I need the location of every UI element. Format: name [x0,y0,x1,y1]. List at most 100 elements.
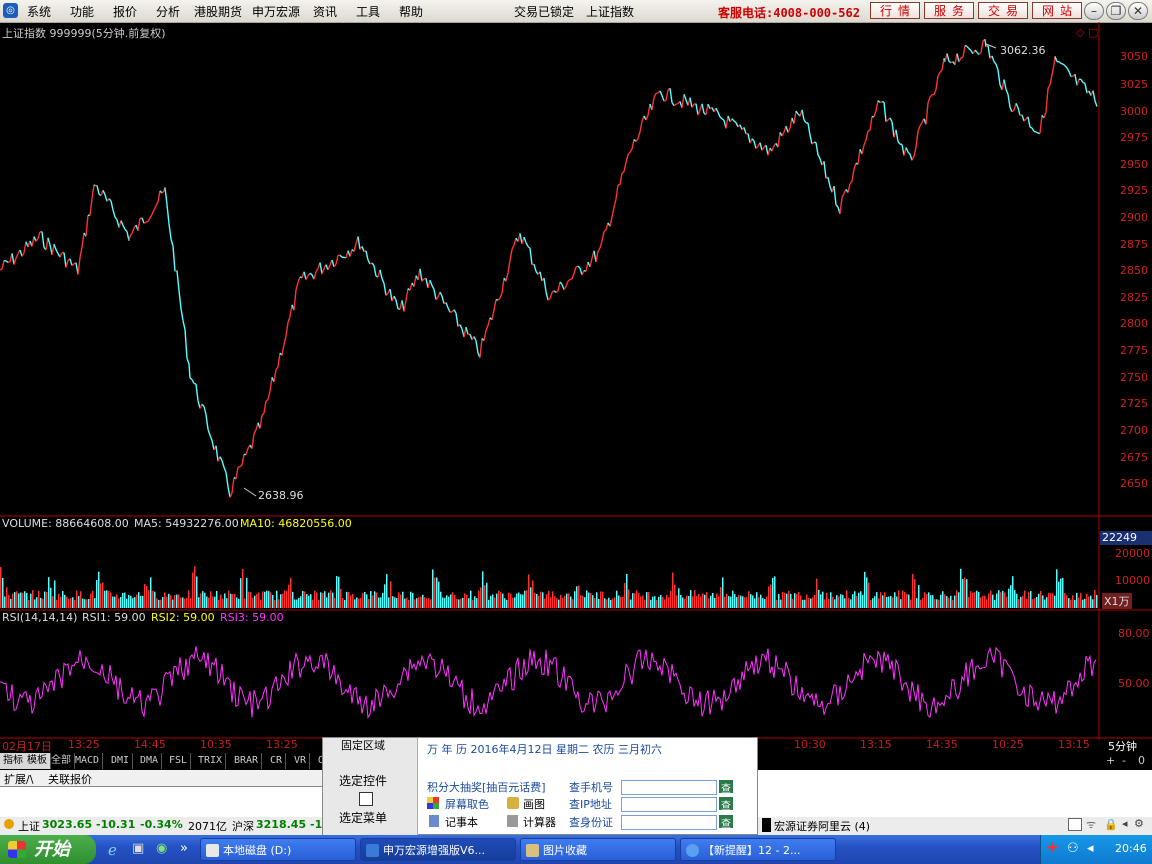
notepad-link[interactable]: 记事本 [445,814,478,830]
query-ip-button[interactable]: 查 [719,797,733,812]
menu-tools[interactable]: 工具 [356,3,380,20]
query-id-button[interactable]: 查 [719,815,733,830]
clock[interactable]: 20:46 [1115,842,1147,855]
index-ticker: 上证 3023.65 -10.31 -0.34% 2071亿 沪深 3218.4… [0,817,322,835]
settings-icon[interactable]: ⚙ [1134,817,1144,830]
menu-icon [359,792,373,806]
calendar-text[interactable]: 万 年 历 2016年4月12日 星期二 农历 三月初六 [427,741,662,757]
promo-link[interactable]: 积分大抽奖[抽百元话费] [427,779,546,795]
tab-macd[interactable]: MACD [72,753,104,769]
tab-vr[interactable]: VR [291,753,311,769]
notepad-icon [429,815,439,827]
sound-icon[interactable]: ◂ [1122,817,1128,830]
taskbar-item-app[interactable]: 申万宏源增强版V6... [360,838,516,861]
paint-link[interactable]: 画图 [523,796,545,812]
tab-brar[interactable]: BRAR [231,753,263,769]
expand-icon[interactable]: » [180,841,188,856]
select-menu-item[interactable]: 选定菜单 [339,809,387,826]
paint-icon [507,797,519,809]
taskbar-item-label: 【新提醒】12 - 2... [703,844,801,857]
service-button[interactable]: 服务 [924,2,974,19]
menu-system[interactable]: 系统 [27,3,51,20]
extend-tab[interactable]: 扩展/\ [4,771,33,787]
restore-icon[interactable]: ❐ [1106,2,1126,20]
reset-tab-button[interactable]: 0 [1138,754,1145,767]
y-tick: 2750 [1120,371,1148,384]
disk-icon [206,844,219,857]
x-tick: 10:30 [794,738,826,751]
quotes-button[interactable]: 行情 [870,2,920,19]
app-logo-icon[interactable]: ◎ [3,3,18,18]
menu-analysis[interactable]: 分析 [156,3,180,20]
y-tick: 2725 [1120,397,1148,410]
calculator-link[interactable]: 计算器 [523,814,556,830]
tab-controls: + - 0 [1100,753,1152,770]
volume-y-tick: 10000 [1115,574,1150,587]
tab-指标[interactable]: 指标 [0,753,27,769]
screen-color-link[interactable]: 屏幕取色 [445,796,489,812]
minimize-icon[interactable]: – [1084,2,1104,20]
low-price-label: 2638.96 [258,489,304,502]
menu-shenwan[interactable]: 申万宏源 [252,3,300,20]
fixed-area-item[interactable]: 固定区域 [341,737,385,753]
trade-lock-status: 交易已锁定 [514,5,575,19]
x-tick: 13:15 [1058,738,1090,751]
y-tick: 2900 [1120,211,1148,224]
menu-hk-futures[interactable]: 港股期货 [194,3,242,20]
volume-icon[interactable]: ◂ [1087,841,1094,856]
tab-fsl[interactable]: FSL [166,753,192,769]
tab-模板[interactable]: 模板 [24,753,51,769]
menu-info[interactable]: 资讯 [313,3,337,20]
volume-current-value: 22249 [1100,531,1152,545]
shield-icon[interactable]: ✚ [1047,841,1058,856]
ip-input[interactable] [621,797,717,812]
menu-function[interactable]: 功能 [70,3,94,20]
popup-side-menu: 固定区域 选定控件 选定菜单 [323,738,418,836]
window-icon[interactable] [1068,818,1082,831]
menu-help[interactable]: 帮助 [399,3,423,20]
period-label[interactable]: 5分钟 [1108,738,1137,754]
y-tick: 3050 [1120,50,1148,63]
news-ticker-text[interactable]: 宏源证券阿里云 (4) [774,818,870,834]
taskbar-item-pictures[interactable]: 图片收藏 [520,838,676,861]
network-icon[interactable]: ⚇ [1067,841,1079,856]
select-widget-item[interactable]: 选定控件 [339,772,387,789]
close-icon[interactable]: ✕ [1128,2,1148,20]
menu-quote[interactable]: 报价 [113,3,137,20]
id-input[interactable] [621,815,717,830]
stock-chart[interactable] [0,22,1152,740]
taskbar-item-label: 本地磁盘 (D:) [223,844,292,857]
y-tick: 3000 [1120,105,1148,118]
remove-tab-button[interactable]: - [1122,754,1126,767]
tab-全部[interactable]: 全部 [48,753,75,769]
y-tick: 2850 [1120,264,1148,277]
browser-icon[interactable]: ◉ [156,841,167,856]
tab-dmi[interactable]: DMI [108,753,134,769]
news-marker [762,818,771,832]
taskbar: 开始 ℯ ▣ ◉ » 本地磁盘 (D:) 申万宏源增强版V6... 图片收藏 【… [0,835,1152,864]
add-tab-button[interactable]: + [1106,754,1115,767]
lock-icon[interactable]: 🔒 [1104,818,1118,831]
tab-cr[interactable]: CR [267,753,287,769]
tab-trix[interactable]: TRIX [195,753,227,769]
desktop-icon[interactable]: ▣ [132,841,144,856]
tab-dma[interactable]: DMA [137,753,163,769]
trade-button[interactable]: 交易 [978,2,1028,19]
website-button[interactable]: 网站 [1032,2,1082,19]
folder-icon [526,844,539,857]
volume-label: VOLUME: 88664608.00 [2,517,129,530]
taskbar-item-disk[interactable]: 本地磁盘 (D:) [200,838,356,861]
chart-options-icon[interactable]: ◇ ▢ [1076,26,1098,39]
start-button[interactable]: 开始 [0,835,96,864]
related-quotes-tab[interactable]: 关联报价 [48,771,92,787]
taskbar-item-reminder[interactable]: 【新提醒】12 - 2... [680,838,836,861]
ie-icon[interactable]: ℯ [108,841,117,859]
phone-input[interactable] [621,780,717,795]
query-id-label: 查身份证 [569,816,613,829]
sub-tab-row: 扩展/\ 关联报价 [0,770,322,787]
y-tick: 2675 [1120,451,1148,464]
query-phone-button[interactable]: 查 [719,780,733,795]
x-tick: 02月17日 [2,740,52,753]
y-tick: 2800 [1120,317,1148,330]
y-tick: 2925 [1120,184,1148,197]
